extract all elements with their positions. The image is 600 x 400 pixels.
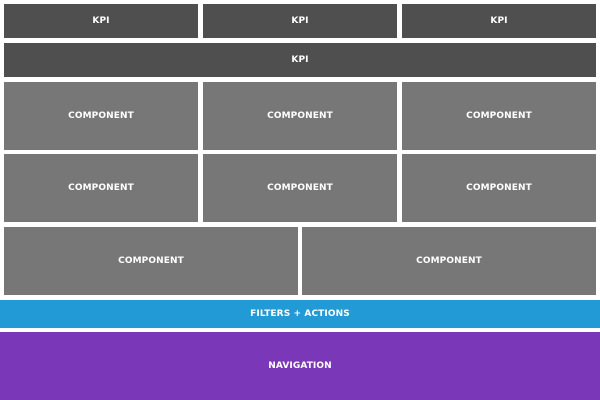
kpi-block-wide: KPI — [4, 43, 596, 77]
kpi-label: KPI — [291, 55, 309, 65]
filters-actions-label: FILTERS + ACTIONS — [250, 309, 350, 319]
filters-actions-bar: FILTERS + ACTIONS — [0, 300, 600, 328]
kpi-label: KPI — [490, 16, 508, 26]
component-label: COMPONENT — [118, 256, 184, 266]
component-label: COMPONENT — [466, 111, 532, 121]
kpi-block-3: KPI — [402, 4, 596, 38]
navigation-bar: NAVIGATION — [0, 332, 600, 400]
kpi-label: KPI — [291, 16, 309, 26]
component-label: COMPONENT — [267, 183, 333, 193]
kpi-label: KPI — [92, 16, 110, 26]
component-block-3: COMPONENT — [402, 82, 596, 150]
component-block-4: COMPONENT — [4, 154, 198, 222]
component-block-1: COMPONENT — [4, 82, 198, 150]
component-label: COMPONENT — [466, 183, 532, 193]
kpi-block-1: KPI — [4, 4, 198, 38]
navigation-label: NAVIGATION — [268, 361, 332, 371]
kpi-block-2: KPI — [203, 4, 397, 38]
component-label: COMPONENT — [267, 111, 333, 121]
component-label: COMPONENT — [416, 256, 482, 266]
component-block-5: COMPONENT — [203, 154, 397, 222]
component-label: COMPONENT — [68, 183, 134, 193]
component-block-8: COMPONENT — [302, 227, 596, 295]
component-label: COMPONENT — [68, 111, 134, 121]
component-block-7: COMPONENT — [4, 227, 298, 295]
component-block-6: COMPONENT — [402, 154, 596, 222]
component-block-2: COMPONENT — [203, 82, 397, 150]
